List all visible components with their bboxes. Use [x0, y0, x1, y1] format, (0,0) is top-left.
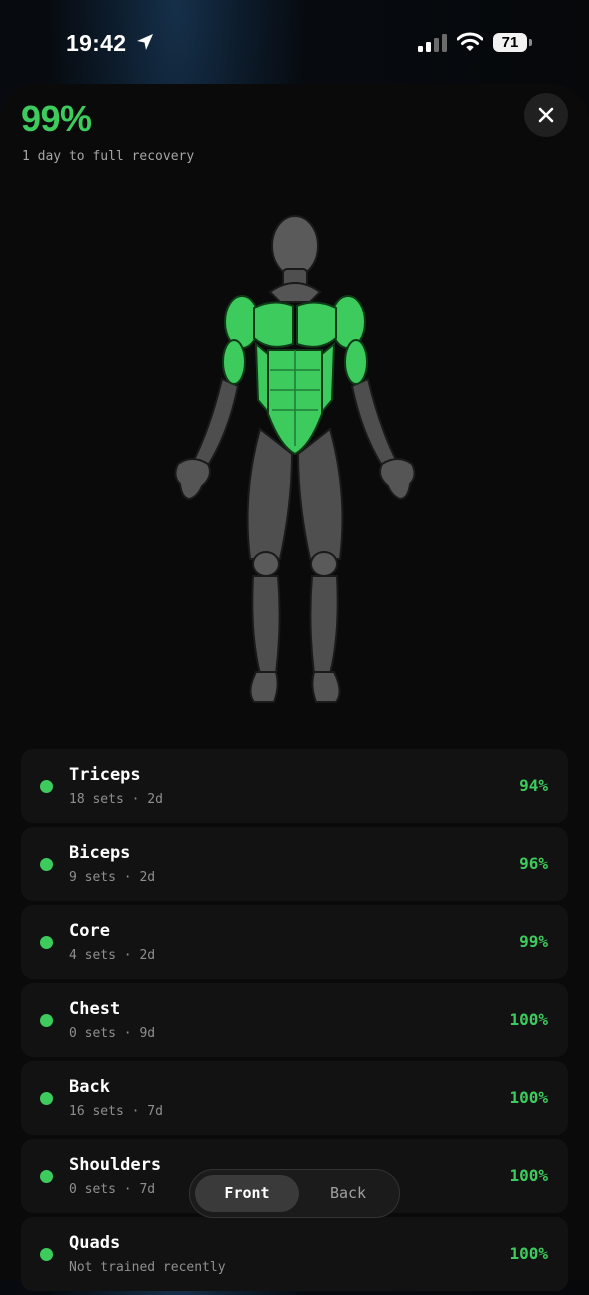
list-item[interactable]: Chest 0 sets · 9d 100%	[21, 983, 568, 1057]
toggle-front-button[interactable]: Front	[195, 1175, 299, 1212]
muscle-recovery: 94%	[519, 776, 548, 795]
muscle-meta: 18 sets · 2d	[69, 792, 163, 807]
muscle-name: Shoulders	[69, 1155, 162, 1175]
right-shin	[309, 575, 339, 675]
muscle-recovery: 100%	[509, 1010, 548, 1029]
muscle-recovery: 100%	[509, 1244, 548, 1263]
muscle-meta: 0 sets · 9d	[69, 1026, 156, 1041]
status-bar: 19:42 71	[0, 0, 589, 84]
battery-tip	[529, 39, 532, 46]
right-hand	[379, 458, 416, 501]
wifi-icon	[457, 32, 483, 51]
close-button[interactable]	[524, 93, 568, 137]
status-dot	[40, 780, 53, 793]
status-dot	[40, 1248, 53, 1261]
muscle-name: Biceps	[69, 843, 131, 863]
status-dot	[40, 1092, 53, 1105]
muscle-name: Quads	[69, 1233, 121, 1253]
list-item[interactable]: Biceps 9 sets · 2d 96%	[21, 827, 568, 901]
traps	[268, 282, 322, 303]
list-item[interactable]: Back 16 sets · 7d 100%	[21, 1061, 568, 1135]
left-thigh	[246, 427, 294, 560]
muscle-name: Triceps	[69, 765, 141, 785]
recovery-sheet: 99% 1 day to full recovery Triceps 18 se…	[0, 84, 589, 1291]
left-foot	[249, 671, 279, 703]
toggle-back-button[interactable]: Back	[296, 1175, 400, 1212]
status-dot	[40, 1014, 53, 1027]
left-pec	[253, 301, 294, 348]
muscle-recovery: 100%	[509, 1166, 548, 1185]
muscle-meta: 4 sets · 2d	[69, 948, 156, 963]
right-forearm	[350, 377, 400, 474]
right-oblique	[321, 341, 336, 415]
left-forearm	[190, 377, 240, 474]
status-dot	[40, 936, 53, 949]
recovery-subtitle: 1 day to full recovery	[22, 149, 195, 164]
muscle-name: Chest	[69, 999, 121, 1019]
right-thigh	[296, 427, 344, 560]
list-item[interactable]: Core 4 sets · 2d 99%	[21, 905, 568, 979]
left-hand	[174, 458, 211, 501]
battery-icon: 71	[493, 33, 527, 52]
right-pec	[296, 301, 337, 348]
muscle-name: Core	[69, 921, 110, 941]
right-knee	[310, 551, 338, 577]
location-arrow-icon	[137, 34, 153, 50]
close-icon	[538, 107, 554, 123]
status-time: 19:42	[66, 30, 127, 56]
right-bicep	[344, 339, 368, 385]
muscle-recovery: 100%	[509, 1088, 548, 1107]
recovery-percent: 99%	[21, 98, 92, 139]
muscle-meta: 16 sets · 7d	[69, 1104, 163, 1119]
head	[271, 215, 319, 277]
left-oblique	[254, 341, 269, 415]
list-item[interactable]: Triceps 18 sets · 2d 94%	[21, 749, 568, 823]
muscle-meta: 9 sets · 2d	[69, 870, 156, 885]
muscle-recovery: 96%	[519, 854, 548, 873]
left-knee	[252, 551, 280, 577]
left-shin	[251, 575, 281, 675]
right-foot	[311, 671, 341, 703]
status-dot	[40, 1170, 53, 1183]
muscle-meta: Not trained recently	[69, 1260, 226, 1275]
front-back-toggle: Front Back	[189, 1169, 400, 1218]
cellular-signal-icon	[418, 34, 447, 52]
muscle-recovery: 99%	[519, 932, 548, 951]
muscle-meta: 0 sets · 7d	[69, 1182, 156, 1197]
muscle-name: Back	[69, 1077, 110, 1097]
left-bicep	[222, 339, 246, 385]
muscle-body-map	[174, 215, 416, 703]
status-dot	[40, 858, 53, 871]
